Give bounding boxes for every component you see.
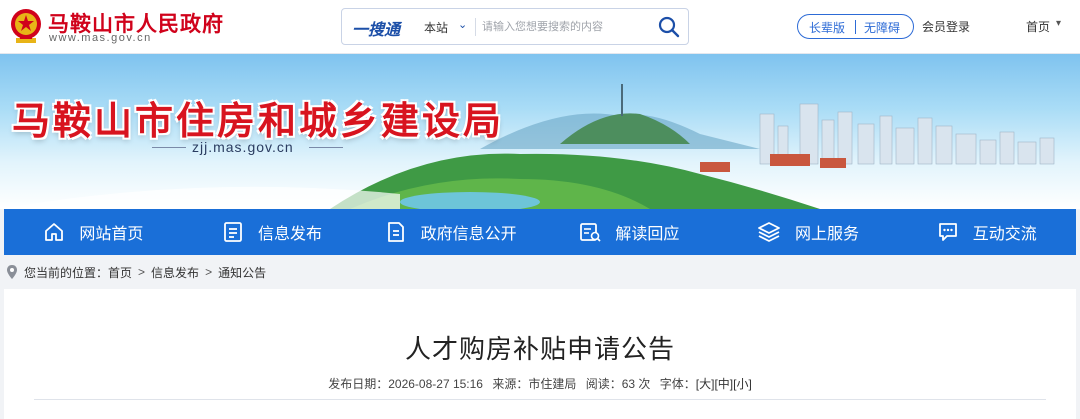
- article-divider: [34, 399, 1046, 400]
- article-panel: 人才购房补贴申请公告 发布日期：2026-08-27 15:16 来源：市住建局…: [4, 289, 1076, 419]
- nav-item-label: 解读回应: [615, 226, 680, 243]
- nav-item-label: 网上服务: [795, 226, 860, 243]
- home-menu[interactable]: 首页: [1026, 18, 1050, 35]
- breadcrumb-separator: >: [205, 265, 213, 279]
- chevron-down-icon[interactable]: ▾: [1056, 18, 1061, 29]
- mode-switch: 长辈版 无障碍: [797, 14, 914, 39]
- views-label: 阅读：: [585, 377, 622, 391]
- breadcrumb-separator: >: [138, 265, 146, 279]
- publish-date: 2026-08-27 15:16: [388, 377, 483, 391]
- file-icon: [387, 222, 404, 242]
- department-title: 马鞍山市住房和城乡建设局: [12, 101, 505, 143]
- views-count: 63 次: [621, 377, 651, 391]
- home-icon: [45, 223, 64, 241]
- nav-item-online-service[interactable]: 网上服务: [719, 209, 898, 255]
- breadcrumb-home[interactable]: 首页: [108, 264, 132, 281]
- nav-item-gov-disclosure[interactable]: 政府信息公开: [361, 209, 540, 255]
- search-brand-main: 一搜: [352, 22, 385, 39]
- breadcrumb-info-release[interactable]: 信息发布: [151, 264, 199, 281]
- document-list-icon: [224, 222, 242, 242]
- national-emblem-icon: [11, 9, 41, 43]
- nav-item-interaction[interactable]: 互动交流: [897, 209, 1076, 255]
- main-nav: 网站首页 信息发布 政府信息公开 解读回应 网上服务 互动交流: [4, 209, 1076, 255]
- breadcrumb-notices[interactable]: 通知公告: [218, 264, 266, 281]
- nav-item-label: 信息发布: [258, 226, 323, 243]
- department-url: zjj.mas.gov.cn: [192, 139, 294, 155]
- search-brand-suffix: 通: [384, 22, 401, 39]
- chat-icon: [938, 223, 957, 241]
- top-bar: 马鞍山市人民政府 www.mas.gov.cn 一搜通 本站 ⌄ 长辈版 无障碍…: [0, 0, 1080, 54]
- article-title: 人才购房补贴申请公告: [404, 334, 675, 364]
- search-box: 一搜通 本站 ⌄: [341, 8, 689, 45]
- search-divider: [475, 18, 476, 36]
- interpret-icon: [580, 223, 601, 242]
- font-size-large[interactable]: [大]: [696, 377, 715, 391]
- elder-mode-link[interactable]: 长辈版: [809, 19, 845, 36]
- url-dash-right: [309, 147, 343, 148]
- font-size-label: 字体：: [659, 377, 696, 391]
- location-pin-icon: [7, 265, 17, 279]
- nav-item-home[interactable]: 网站首页: [4, 209, 183, 255]
- accessibility-link[interactable]: 无障碍: [864, 19, 900, 36]
- publish-date-label: 发布日期：: [328, 377, 389, 391]
- url-dash-left: [152, 147, 186, 148]
- nav-item-interpretation[interactable]: 解读回应: [540, 209, 719, 255]
- font-size-medium[interactable]: [中]: [714, 377, 733, 391]
- nav-item-label: 网站首页: [79, 226, 144, 243]
- breadcrumb: 您当前的位置： 首页 > 信息发布 > 通知公告: [4, 258, 1076, 286]
- source-label: 来源：: [492, 377, 529, 391]
- search-scope-select[interactable]: 本站: [424, 19, 448, 36]
- mode-divider: [855, 20, 856, 34]
- nav-item-info-release[interactable]: 信息发布: [183, 209, 362, 255]
- nav-item-label: 政府信息公开: [420, 226, 517, 243]
- search-brand: 一搜通: [352, 16, 400, 40]
- site-url: www.mas.gov.cn: [49, 32, 152, 44]
- search-input[interactable]: [482, 17, 652, 37]
- layers-icon: [758, 222, 780, 242]
- article-meta: 发布日期：2026-08-27 15:16 来源：市住建局 阅读：63 次 字体…: [4, 375, 1076, 392]
- breadcrumb-prefix: 您当前的位置：: [24, 265, 109, 280]
- banner: 马鞍山市住房和城乡建设局 zjj.mas.gov.cn: [0, 54, 1080, 209]
- source: 市住建局: [528, 377, 577, 391]
- chevron-down-icon[interactable]: ⌄: [458, 18, 467, 31]
- search-icon[interactable]: [656, 14, 682, 40]
- nav-item-label: 互动交流: [972, 226, 1037, 243]
- member-login-link[interactable]: 会员登录: [922, 18, 970, 35]
- font-size-small[interactable]: [小]: [733, 377, 752, 391]
